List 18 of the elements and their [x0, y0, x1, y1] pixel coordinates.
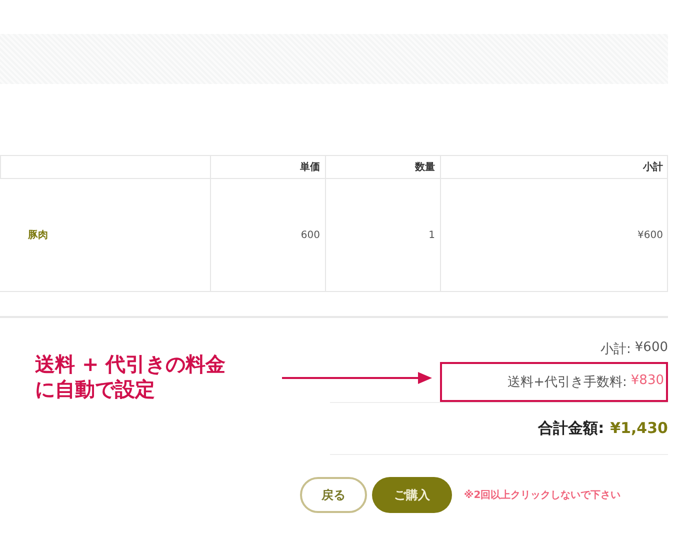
purchase-button[interactable]: ご購入	[372, 477, 452, 513]
column-header: 小計	[440, 156, 668, 179]
arrow-icon	[282, 372, 432, 384]
total-label: 合計金額:	[538, 419, 604, 438]
back-button[interactable]: 戻る	[300, 477, 367, 513]
table-cell: 600	[210, 179, 325, 291]
product-name: 豚肉	[27, 228, 49, 243]
fee-value: ¥830	[630, 373, 664, 390]
fee-label: 送料+代引き手数料:	[508, 374, 627, 391]
subtotal-label: 小計:	[600, 341, 631, 358]
warning-note: ※2回以上クリックしないで下さい	[464, 488, 621, 502]
subtotal-value: ¥600	[634, 340, 668, 357]
annotation-text: 送料 + 代引きの料金 に自動で設定	[35, 352, 226, 402]
column-header: 数量	[325, 156, 440, 179]
table-cell: 1	[325, 179, 440, 291]
table-cell: ¥600	[440, 179, 668, 291]
column-header: 単価	[210, 156, 325, 179]
total-value: ¥1,430	[610, 419, 668, 438]
